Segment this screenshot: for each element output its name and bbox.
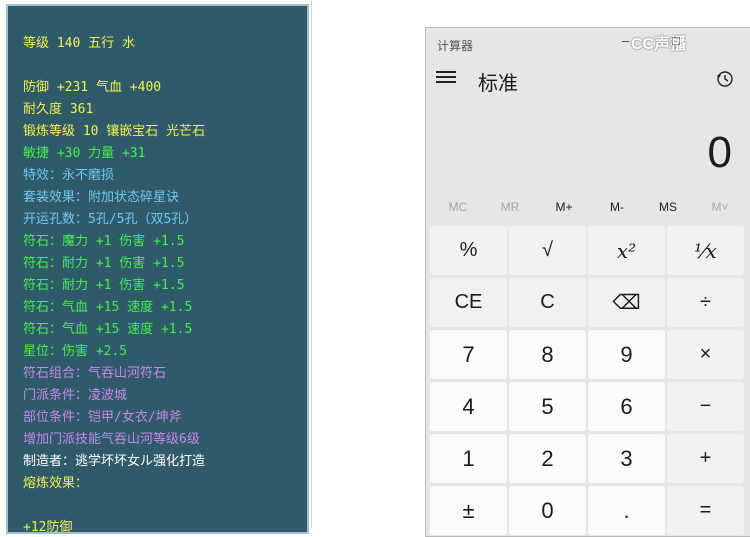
tooltip-line: 耐久度 361: [23, 102, 94, 117]
tooltip-line: +12防御: [23, 520, 73, 535]
memory-m-button[interactable]: M˅: [694, 200, 746, 214]
tooltip-line: 符石组合：气吞山河符石: [23, 366, 167, 381]
hamburger-menu-icon[interactable]: [436, 68, 456, 88]
tooltip-line: 星位：伤害 +2.5: [23, 344, 128, 359]
digit-6-button[interactable]: 6: [588, 382, 665, 431]
tooltip-line: 符石：耐力 +1 伤害 +1.5: [23, 278, 185, 293]
tooltip-line: 符石：耐力 +1 伤害 +1.5: [23, 256, 185, 271]
tooltip-line: 等级 140 五行 水: [23, 36, 135, 51]
digit-3-button[interactable]: 3: [588, 434, 665, 483]
digit-4-button[interactable]: 4: [430, 382, 507, 431]
item-tooltip: 等级 140 五行 水防御 +231 气血 +400 耐久度 361 锻炼等级 10…: [6, 4, 309, 535]
maximize-icon[interactable]: □: [672, 33, 680, 48]
tooltip-line: 锻炼等级 10 镶嵌宝石 光芒石: [23, 124, 206, 139]
memory-mc-button[interactable]: MC: [432, 200, 484, 214]
title-bar[interactable]: 计算器 – CC声播 □: [426, 28, 750, 60]
reciprocal-button[interactable]: ¹⁄x: [667, 226, 744, 275]
tooltip-line: 符石：魔力 +1 伤害 +1.5: [23, 234, 185, 249]
multiply-button[interactable]: ×: [667, 330, 744, 379]
minimize-icon[interactable]: –: [622, 33, 629, 48]
square-button[interactable]: x²: [588, 226, 665, 275]
memory-mplus-button[interactable]: M+: [538, 200, 590, 214]
tooltip-line: 特效：永不磨损: [23, 168, 115, 183]
window-title: 计算器: [437, 39, 474, 53]
memory-mr-button[interactable]: MR: [484, 200, 536, 214]
tooltip-line: 熔炼效果：: [23, 476, 89, 491]
mode-title: 标准: [478, 73, 518, 95]
backspace-button[interactable]: ⌫: [588, 278, 665, 327]
divider: [311, 0, 312, 528]
tooltip-line: 敏捷 +30 力量 +31: [23, 146, 146, 161]
memory-mminus-button[interactable]: M-: [591, 200, 643, 214]
add-button[interactable]: +: [667, 434, 744, 483]
tooltip-line: 制造者：逃学坏坏女ル强化打造: [23, 454, 206, 469]
tooltip-line: 增加门派技能气吞山河等级6级: [23, 432, 200, 447]
clear-entry-button[interactable]: CE: [430, 278, 507, 327]
tooltip-line: 门派条件：凌波城: [23, 388, 128, 403]
subtract-button[interactable]: −: [667, 382, 744, 431]
digit-8-button[interactable]: 8: [509, 330, 586, 379]
digit-7-button[interactable]: 7: [430, 330, 507, 379]
digit-9-button[interactable]: 9: [588, 330, 665, 379]
square-root-button[interactable]: √: [509, 226, 586, 275]
tooltip-line: 符石：气血 +15 速度 +1.5: [23, 300, 193, 315]
clear-button[interactable]: C: [509, 278, 586, 327]
tooltip-line: 部位条件：铠甲/女衣/坤斧: [23, 410, 182, 425]
memory-row: MC MR M+ M- MS M˅: [430, 200, 750, 222]
tooltip-line: 防御 +231 气血 +400: [23, 80, 162, 95]
memory-ms-button[interactable]: MS: [642, 200, 694, 214]
digit-1-button[interactable]: 1: [430, 434, 507, 483]
result-display: 0: [707, 128, 732, 177]
digit-2-button[interactable]: 2: [509, 434, 586, 483]
tooltip-line: 开运孔数：5孔/5孔（双5孔）: [23, 212, 198, 227]
calculator-window: 计算器 – CC声播 □ 标准 0 MC MR M+ M- MS M˅ % √ x² ¹⁄x CE…: [425, 27, 750, 537]
digit-5-button[interactable]: 5: [509, 382, 586, 431]
percent-button[interactable]: %: [430, 226, 507, 275]
divide-button[interactable]: ÷: [667, 278, 744, 327]
tooltip-line: 符石：气血 +15 速度 +1.5: [23, 322, 193, 337]
tooltip-line: 套装效果：附加状态碎星诀: [23, 190, 180, 205]
history-icon[interactable]: [716, 70, 734, 88]
